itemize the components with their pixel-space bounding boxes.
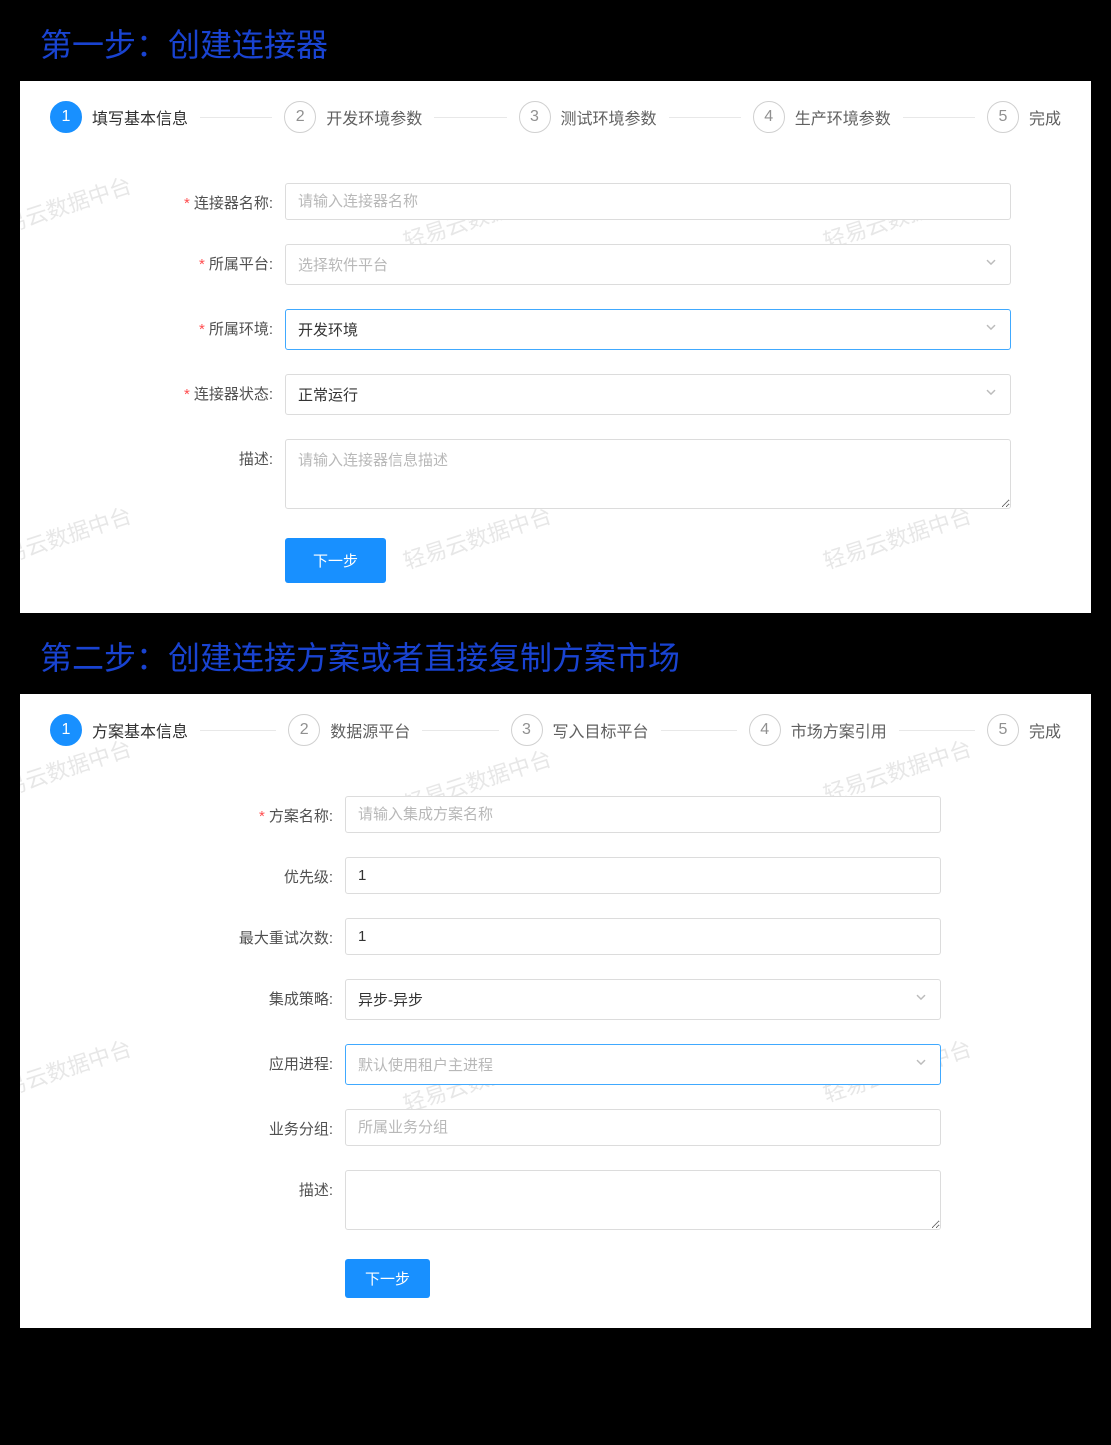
group-label: 业务分组:	[200, 1109, 345, 1139]
step-3[interactable]: 3 测试环境参数	[519, 101, 657, 133]
strategy-select[interactable]: 异步-异步	[345, 979, 941, 1020]
step-label: 写入目标平台	[553, 718, 649, 742]
step-label: 完成	[1029, 718, 1061, 742]
retry-label: 最大重试次数:	[200, 918, 345, 948]
connector-name-input[interactable]	[285, 183, 1011, 220]
step-divider	[661, 730, 737, 731]
process-select[interactable]: 默认使用租户主进程	[345, 1044, 941, 1085]
step-label: 生产环境参数	[795, 105, 891, 129]
desc-label: 描述:	[140, 439, 285, 469]
step-label: 填写基本信息	[92, 105, 188, 129]
step-divider	[434, 117, 506, 118]
step-number: 1	[50, 714, 82, 746]
desc-textarea[interactable]	[285, 439, 1011, 509]
next-button[interactable]: 下一步	[285, 538, 386, 583]
step-2[interactable]: 2 数据源平台	[288, 714, 410, 746]
status-label: 连接器状态:	[140, 374, 285, 404]
step-5[interactable]: 5 完成	[987, 714, 1061, 746]
plan-panel: 轻易云数据中台 轻易云数据中台 轻易云数据中台 轻易云数据中台 轻易云数据中台 …	[20, 694, 1091, 1328]
step-3[interactable]: 3 写入目标平台	[511, 714, 649, 746]
section2-title: 第二步：创建连接方案或者直接复制方案市场	[0, 613, 1111, 694]
group-input[interactable]	[345, 1109, 941, 1146]
step-label: 数据源平台	[330, 718, 410, 742]
step-divider	[422, 730, 498, 731]
step-number: 4	[753, 101, 785, 133]
step-number: 4	[749, 714, 781, 746]
plan-form: 方案名称: 优先级: 最大重试次数: 集成策略: 异步-异步 应用进程:	[50, 796, 1061, 1298]
steps-bar: 1 填写基本信息 2 开发环境参数 3 测试环境参数 4 生产环境参数 5 完成	[50, 101, 1061, 133]
step-label: 市场方案引用	[791, 718, 887, 742]
strategy-label: 集成策略:	[200, 979, 345, 1009]
step-divider	[200, 117, 272, 118]
step-number: 2	[284, 101, 316, 133]
platform-select[interactable]: 选择软件平台	[285, 244, 1011, 285]
plan-name-input[interactable]	[345, 796, 941, 833]
status-select[interactable]: 正常运行	[285, 374, 1011, 415]
step-divider	[200, 730, 276, 731]
connector-name-label: 连接器名称:	[140, 183, 285, 213]
desc-textarea[interactable]	[345, 1170, 941, 1230]
step-5[interactable]: 5 完成	[987, 101, 1061, 133]
section1-title: 第一步：创建连接器	[0, 0, 1111, 81]
connector-panel: 轻易云数据中台 轻易云数据中台 轻易云数据中台 轻易云数据中台 轻易云数据中台 …	[20, 81, 1091, 613]
step-number: 2	[288, 714, 320, 746]
next-button[interactable]: 下一步	[345, 1259, 430, 1298]
step-4[interactable]: 4 市场方案引用	[749, 714, 887, 746]
step-2[interactable]: 2 开发环境参数	[284, 101, 422, 133]
desc-label: 描述:	[200, 1170, 345, 1200]
step-number: 5	[987, 101, 1019, 133]
connector-form: 连接器名称: 所属平台: 选择软件平台 所属环境: 开发环境 连接器状态: 正常…	[50, 183, 1061, 583]
step-1[interactable]: 1 方案基本信息	[50, 714, 188, 746]
step-number: 1	[50, 101, 82, 133]
step-divider	[669, 117, 741, 118]
retry-input[interactable]	[345, 918, 941, 955]
platform-label: 所属平台:	[140, 244, 285, 274]
step-number: 3	[519, 101, 551, 133]
env-select[interactable]: 开发环境	[285, 309, 1011, 350]
step-label: 开发环境参数	[326, 105, 422, 129]
step-number: 5	[987, 714, 1019, 746]
priority-label: 优先级:	[200, 857, 345, 887]
step-label: 完成	[1029, 105, 1061, 129]
step-label: 测试环境参数	[561, 105, 657, 129]
process-label: 应用进程:	[200, 1044, 345, 1074]
env-label: 所属环境:	[140, 309, 285, 339]
step-divider	[903, 117, 975, 118]
steps-bar: 1 方案基本信息 2 数据源平台 3 写入目标平台 4 市场方案引用 5 完成	[50, 714, 1061, 746]
step-divider	[899, 730, 975, 731]
step-label: 方案基本信息	[92, 718, 188, 742]
step-number: 3	[511, 714, 543, 746]
plan-name-label: 方案名称:	[200, 796, 345, 826]
step-4[interactable]: 4 生产环境参数	[753, 101, 891, 133]
step-1[interactable]: 1 填写基本信息	[50, 101, 188, 133]
priority-input[interactable]	[345, 857, 941, 894]
